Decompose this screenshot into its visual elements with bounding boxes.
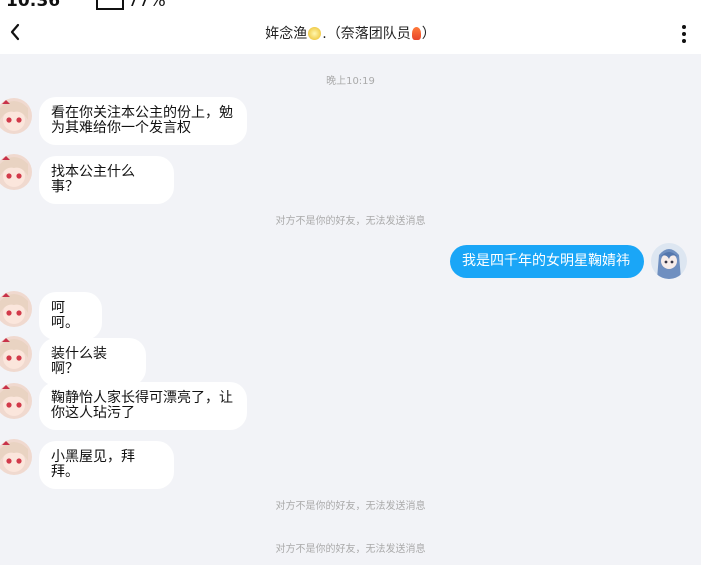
battery-level: 77% bbox=[128, 0, 166, 11]
message-bubble: 装什么装啊？ bbox=[39, 338, 146, 386]
chat-header: 姩念渔 .（奈落团队员 ） bbox=[0, 14, 701, 54]
flower-emoji-icon bbox=[411, 27, 421, 40]
battery-icon bbox=[96, 0, 124, 10]
message-bubble: 鞠静怡人家长得可漂亮了，让你这人玷污了 bbox=[39, 382, 247, 430]
message-text: 找本公主什么事？ bbox=[51, 164, 135, 195]
message-bubble: 找本公主什么事？ bbox=[39, 156, 174, 204]
my-avatar[interactable] bbox=[651, 243, 687, 279]
other-avatar[interactable] bbox=[0, 98, 32, 134]
other-avatar[interactable] bbox=[0, 336, 32, 372]
message-text: 装什么装啊？ bbox=[51, 346, 107, 377]
status-bar: 10:36 77% bbox=[0, 0, 701, 14]
not-friend-notice: 对方不是你的好友，无法发送消息 bbox=[275, 216, 426, 227]
chat-title-team: .（奈落团队员 bbox=[322, 26, 411, 42]
sparkle-emoji-icon bbox=[308, 27, 322, 40]
message-bubble: 看在你关注本公主的份上，勉为其难给你一个发言权 bbox=[39, 97, 247, 145]
message-text: 我是四千年的女明星鞠婧祎 bbox=[462, 253, 630, 269]
message-text: 小黑屋见，拜拜。 bbox=[51, 449, 135, 480]
not-friend-notice: 对方不是你的好友，无法发送消息 bbox=[275, 544, 426, 555]
other-avatar[interactable] bbox=[0, 383, 32, 419]
message-timestamp: 晚上10:19 bbox=[326, 76, 375, 87]
other-avatar[interactable] bbox=[0, 439, 32, 475]
message-text: 看在你关注本公主的份上，勉为其难给你一个发言权 bbox=[51, 105, 233, 136]
other-avatar[interactable] bbox=[0, 291, 32, 327]
more-menu-icon[interactable] bbox=[679, 22, 689, 44]
my-message-bubble: 我是四千年的女明星鞠婧祎 bbox=[450, 245, 644, 278]
chat-title-end: ） bbox=[421, 26, 436, 42]
other-avatar[interactable] bbox=[0, 154, 32, 190]
not-friend-notice: 对方不是你的好友，无法发送消息 bbox=[275, 501, 426, 512]
message-bubble: 小黑屋见，拜拜。 bbox=[39, 441, 174, 489]
message-text: 鞠静怡人家长得可漂亮了，让你这人玷污了 bbox=[51, 390, 233, 421]
message-bubble: 呵呵。 bbox=[39, 292, 102, 340]
chat-title-name: 姩念渔 bbox=[265, 26, 308, 42]
message-text: 呵呵。 bbox=[51, 300, 79, 331]
chat-title: 姩念渔 .（奈落团队员 ） bbox=[0, 23, 701, 43]
status-time: 10:36 bbox=[6, 0, 61, 11]
